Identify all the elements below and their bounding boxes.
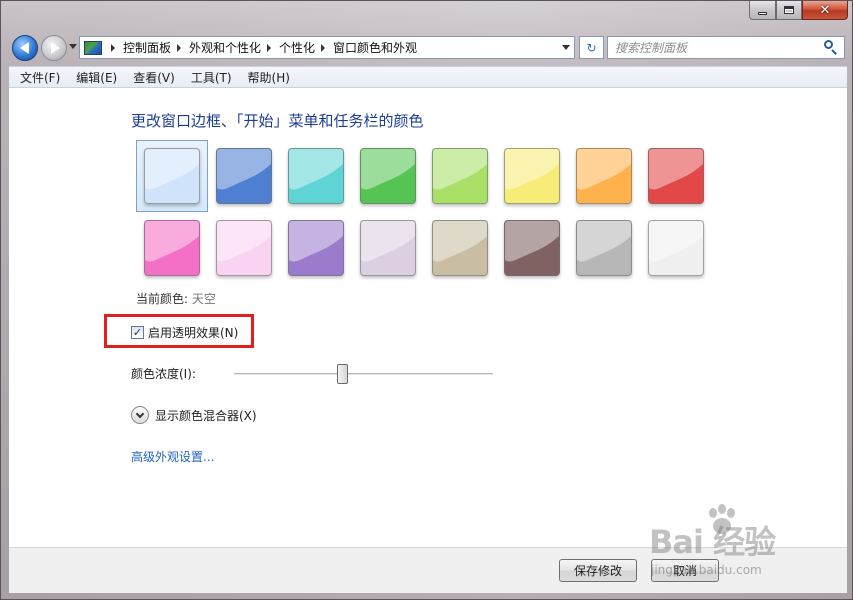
close-button[interactable]: ✕ — [802, 1, 848, 20]
color-swatch-15[interactable] — [568, 212, 640, 284]
address-bar[interactable]: 控制面板 外观和个性化 个性化 窗口颜色和外观 — [79, 36, 575, 59]
content-pane: 更改窗口边框、「开始」菜单和任务栏的颜色 当前颜色: 天空 ✓ 启用透明效果(N… — [9, 88, 847, 547]
color-swatch-11[interactable] — [280, 212, 352, 284]
color-swatch-7[interactable] — [568, 140, 640, 212]
minimize-button[interactable] — [749, 1, 776, 20]
color-swatch-tile — [648, 220, 704, 276]
color-intensity-label: 颜色浓度(I): — [131, 367, 196, 381]
color-swatch-8[interactable] — [640, 140, 712, 212]
transparency-checkbox[interactable]: ✓ — [131, 326, 144, 339]
color-swatch-tile — [504, 148, 560, 204]
color-swatch-tile — [360, 148, 416, 204]
minimize-icon — [758, 11, 767, 15]
current-color-label: 当前颜色: — [136, 292, 189, 306]
chevron-down-icon — [135, 409, 145, 418]
cancel-button[interactable]: 取消 — [651, 559, 719, 582]
color-swatch-tile — [504, 220, 560, 276]
navigation-bar: 控制面板 外观和个性化 个性化 窗口颜色和外观 ↻ 搜索控制面板 — [9, 32, 849, 62]
breadcrumb-separator-icon[interactable] — [267, 43, 272, 52]
breadcrumb-separator-icon[interactable] — [321, 43, 326, 52]
color-swatch-tile — [144, 220, 200, 276]
address-dropdown-icon[interactable] — [562, 45, 570, 50]
color-mixer-label[interactable]: 显示颜色混合器(X) — [155, 407, 257, 424]
color-swatch-4[interactable] — [352, 140, 424, 212]
color-swatch-13[interactable] — [424, 212, 496, 284]
caption-buttons: ✕ — [749, 1, 848, 20]
color-swatch-12[interactable] — [352, 212, 424, 284]
breadcrumb-control-panel[interactable]: 控制面板 — [123, 39, 171, 56]
color-swatch-tile — [432, 220, 488, 276]
page-title: 更改窗口边框、「开始」菜单和任务栏的颜色 — [131, 112, 424, 130]
color-swatch-9[interactable] — [136, 212, 208, 284]
color-swatch-16[interactable] — [640, 212, 712, 284]
search-box[interactable]: 搜索控制面板 — [607, 36, 845, 59]
color-swatch-tile — [576, 148, 632, 204]
maximize-icon — [784, 6, 794, 14]
menu-tools[interactable]: 工具(T) — [183, 69, 240, 86]
color-swatch-tile — [288, 220, 344, 276]
arrow-right-icon — [50, 42, 60, 54]
back-button[interactable] — [12, 35, 38, 61]
search-icon[interactable] — [822, 39, 840, 57]
expand-button[interactable] — [131, 406, 149, 424]
save-button[interactable]: 保存修改 — [559, 559, 637, 582]
color-swatch-1[interactable] — [136, 140, 208, 212]
breadcrumb-separator-icon[interactable] — [111, 43, 115, 52]
color-swatch-tile — [432, 148, 488, 204]
color-swatch-tile — [648, 148, 704, 204]
window-frame: ✕ 控制面板 外观和个性化 个性化 窗口颜色和外观 ↻ 搜索控制面板 文件(F)… — [0, 0, 853, 600]
menu-bar: 文件(F) 编辑(E) 查看(V) 工具(T) 帮助(H) — [9, 66, 847, 88]
color-swatch-10[interactable] — [208, 212, 280, 284]
breadcrumb-window-color[interactable]: 窗口颜色和外观 — [333, 39, 417, 56]
menu-edit[interactable]: 编辑(E) — [68, 69, 125, 86]
advanced-appearance-link[interactable]: 高级外观设置... — [131, 448, 214, 465]
color-swatch-tile — [216, 148, 272, 204]
color-swatch-tile — [216, 220, 272, 276]
transparency-option[interactable]: ✓ 启用透明效果(N) — [131, 324, 238, 341]
search-input[interactable]: 搜索控制面板 — [615, 39, 822, 56]
transparency-label[interactable]: 启用透明效果(N) — [148, 324, 238, 341]
footer-bar: 保存修改 取消 — [9, 547, 847, 593]
color-swatch-3[interactable] — [280, 140, 352, 212]
breadcrumb-separator-icon[interactable] — [177, 43, 182, 52]
forward-button[interactable] — [41, 35, 67, 61]
menu-file[interactable]: 文件(F) — [12, 69, 68, 86]
slider-thumb[interactable] — [337, 364, 349, 384]
breadcrumb-personalization[interactable]: 个性化 — [279, 39, 315, 56]
breadcrumb-appearance[interactable]: 外观和个性化 — [189, 39, 261, 56]
refresh-icon: ↻ — [586, 40, 597, 55]
recent-pages-dropdown[interactable] — [69, 44, 77, 49]
control-panel-icon — [84, 40, 102, 55]
color-swatch-6[interactable] — [496, 140, 568, 212]
color-mixer-toggle[interactable]: 显示颜色混合器(X) — [131, 406, 257, 424]
arrow-left-icon — [19, 42, 29, 54]
current-color-line: 当前颜色: 天空 — [136, 290, 216, 307]
refresh-button[interactable]: ↻ — [579, 36, 604, 59]
color-swatch-5[interactable] — [424, 140, 496, 212]
maximize-button[interactable] — [776, 1, 802, 20]
color-swatch-2[interactable] — [208, 140, 280, 212]
color-swatch-tile — [144, 148, 200, 204]
color-swatch-tile — [360, 220, 416, 276]
checkmark-icon: ✓ — [132, 326, 143, 339]
color-swatch-tile — [288, 148, 344, 204]
menu-help[interactable]: 帮助(H) — [240, 69, 298, 86]
menu-view[interactable]: 查看(V) — [125, 69, 183, 86]
color-intensity-slider[interactable] — [234, 373, 493, 375]
color-swatch-14[interactable] — [496, 212, 568, 284]
close-icon: ✕ — [819, 2, 831, 18]
current-color-value: 天空 — [191, 292, 216, 306]
color-swatch-tile — [576, 220, 632, 276]
